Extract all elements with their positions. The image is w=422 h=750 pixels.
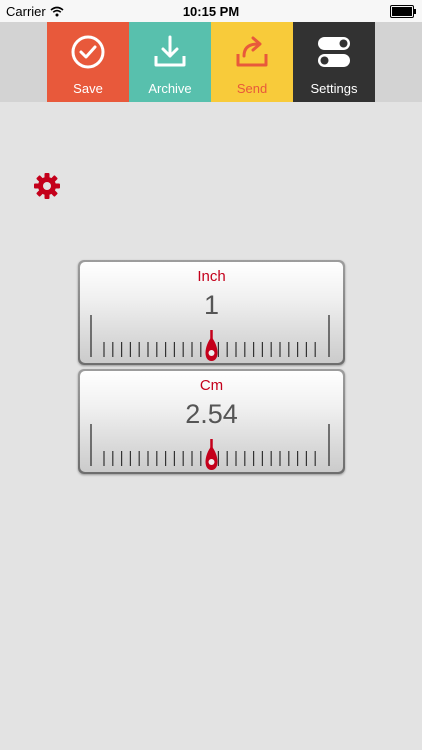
status-bar: Carrier 10:15 PM xyxy=(0,0,422,22)
share-arrow-icon xyxy=(236,36,268,67)
value-display: 2.54 xyxy=(185,399,238,429)
gauge-face: Inch 1 xyxy=(80,262,343,363)
save-label: Save xyxy=(73,81,103,96)
settings-label: Settings xyxy=(310,81,358,96)
unit-label: Cm xyxy=(199,377,224,394)
settings-button[interactable]: Settings xyxy=(293,22,375,102)
gauge-face: Cm 2.54 xyxy=(80,371,343,472)
checkmark-circle-icon xyxy=(71,35,105,69)
clock: 10:15 PM xyxy=(182,4,240,19)
archive-label: Archive xyxy=(148,81,192,96)
battery-icon xyxy=(390,5,416,18)
needle-knob[interactable] xyxy=(205,446,218,470)
toggle-switches-icon xyxy=(318,37,350,67)
save-button[interactable]: Save xyxy=(47,22,129,102)
value-display: 1 xyxy=(203,290,220,320)
send-button[interactable]: Send xyxy=(211,22,293,102)
gear-icon[interactable] xyxy=(33,172,61,200)
needle-knob[interactable] xyxy=(205,337,218,361)
send-label: Send xyxy=(236,81,268,96)
needle-hole xyxy=(208,350,215,356)
inch-gauge[interactable]: Inch 1 xyxy=(78,260,345,365)
unit-label: Inch xyxy=(197,268,226,285)
toolbar: Save Archive Send Settings xyxy=(0,22,422,102)
download-tray-icon xyxy=(154,35,186,67)
archive-button[interactable]: Archive xyxy=(129,22,211,102)
cm-gauge[interactable]: Cm 2.54 xyxy=(78,369,345,474)
needle-hole xyxy=(208,459,215,465)
